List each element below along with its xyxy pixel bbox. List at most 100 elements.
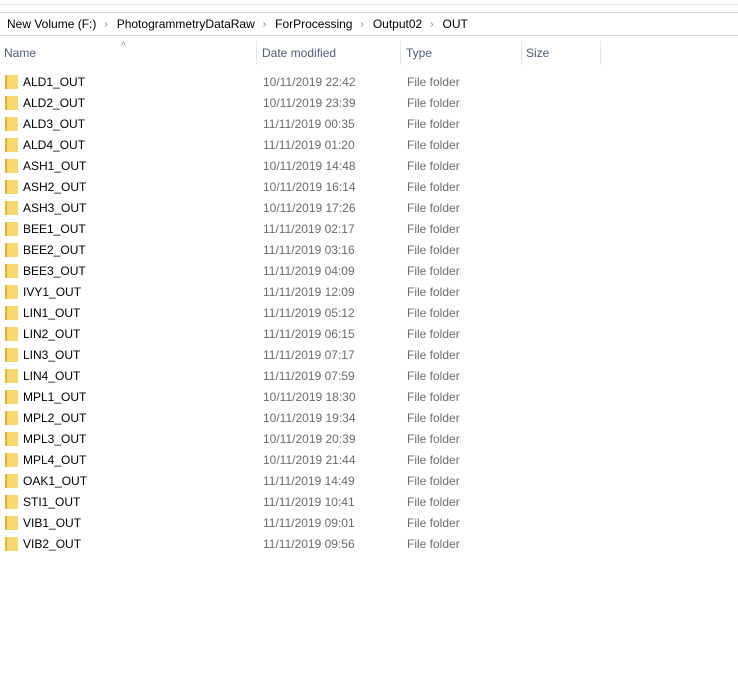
file-type: File folder: [407, 264, 460, 278]
folder-icon: [5, 306, 18, 320]
file-row[interactable]: BEE1_OUT 11/11/2019 02:17 File folder: [0, 219, 738, 240]
file-type: File folder: [407, 432, 460, 446]
file-row[interactable]: BEE3_OUT 11/11/2019 04:09 File folder: [0, 261, 738, 282]
file-type: File folder: [407, 453, 460, 467]
file-name: MPL3_OUT: [23, 432, 87, 446]
file-name: STI1_OUT: [23, 495, 81, 509]
folder-icon: [5, 159, 18, 173]
file-row[interactable]: ALD4_OUT 11/11/2019 01:20 File folder: [0, 135, 738, 156]
date-modified: 10/11/2019 20:39: [263, 432, 356, 446]
file-row[interactable]: ALD1_OUT 10/11/2019 22:42 File folder: [0, 72, 738, 93]
date-modified: 11/11/2019 04:09: [263, 264, 355, 278]
date-modified: 11/11/2019 01:20: [263, 138, 355, 152]
breadcrumb-item[interactable]: OUT: [436, 17, 468, 31]
date-modified: 11/11/2019 06:15: [263, 327, 355, 341]
date-modified: 11/11/2019 07:17: [263, 348, 355, 362]
file-name: VIB2_OUT: [23, 537, 82, 551]
file-row[interactable]: LIN4_OUT 11/11/2019 07:59 File folder: [0, 366, 738, 387]
file-row[interactable]: LIN2_OUT 11/11/2019 06:15 File folder: [0, 324, 738, 345]
file-type: File folder: [407, 411, 460, 425]
file-name: MPL4_OUT: [23, 453, 87, 467]
file-row[interactable]: ASH3_OUT 10/11/2019 17:26 File folder: [0, 198, 738, 219]
file-name: BEE3_OUT: [23, 264, 86, 278]
date-modified: 11/11/2019 14:49: [263, 474, 355, 488]
folder-icon: [5, 411, 18, 425]
file-row[interactable]: OAK1_OUT 11/11/2019 14:49 File folder: [0, 471, 738, 492]
chevron-right-icon[interactable]: ›: [422, 19, 435, 30]
breadcrumb-item[interactable]: PhotogrammetryDataRaw: [110, 17, 255, 31]
file-type: File folder: [407, 222, 460, 236]
breadcrumb-item[interactable]: ForProcessing: [268, 17, 352, 31]
date-modified: 11/11/2019 03:16: [263, 243, 355, 257]
column-type-label: Type: [406, 46, 433, 60]
file-row[interactable]: VIB2_OUT 11/11/2019 09:56 File folder: [0, 534, 738, 555]
file-row[interactable]: BEE2_OUT 11/11/2019 03:16 File folder: [0, 240, 738, 261]
date-modified: 10/11/2019 22:42: [263, 75, 356, 89]
column-size-label: Size: [526, 46, 550, 60]
file-name: ALD2_OUT: [23, 96, 86, 110]
file-row[interactable]: MPL1_OUT 10/11/2019 18:30 File folder: [0, 387, 738, 408]
file-type: File folder: [407, 285, 460, 299]
breadcrumb-item[interactable]: New Volume (F:): [0, 17, 96, 31]
address-bar[interactable]: New Volume (F:) › PhotogrammetryDataRaw › Fo…: [0, 12, 738, 36]
file-name: ASH1_OUT: [23, 159, 87, 173]
file-type: File folder: [407, 75, 460, 89]
folder-icon: [5, 180, 18, 194]
folder-icon: [5, 264, 18, 278]
file-row[interactable]: ALD2_OUT 10/11/2019 23:39 File folder: [0, 93, 738, 114]
folder-icon: [5, 369, 18, 383]
file-name: ALD3_OUT: [23, 117, 86, 131]
column-size[interactable]: Size: [522, 41, 601, 65]
date-modified: 11/11/2019 12:09: [263, 285, 355, 299]
file-type: File folder: [407, 369, 460, 383]
date-modified: 11/11/2019 05:12: [263, 306, 355, 320]
file-row[interactable]: MPL2_OUT 10/11/2019 19:34 File folder: [0, 408, 738, 429]
date-modified: 10/11/2019 18:30: [263, 390, 356, 404]
file-type: File folder: [407, 138, 460, 152]
folder-icon: [5, 117, 18, 131]
file-list: ALD1_OUT 10/11/2019 22:42 File folder ALD2_…: [0, 72, 738, 555]
file-row[interactable]: ASH2_OUT 10/11/2019 16:14 File folder: [0, 177, 738, 198]
chevron-right-icon[interactable]: ›: [96, 19, 109, 30]
breadcrumb-item[interactable]: Output02: [366, 17, 422, 31]
folder-icon: [5, 96, 18, 110]
folder-icon: [5, 348, 18, 362]
folder-icon: [5, 432, 18, 446]
file-name: MPL2_OUT: [23, 411, 87, 425]
chevron-right-icon[interactable]: ›: [255, 19, 268, 30]
file-name: ASH3_OUT: [23, 201, 87, 215]
chevron-right-icon[interactable]: ›: [352, 19, 365, 30]
file-row[interactable]: LIN1_OUT 11/11/2019 05:12 File folder: [0, 303, 738, 324]
file-type: File folder: [407, 348, 460, 362]
folder-icon: [5, 75, 18, 89]
file-row[interactable]: VIB1_OUT 11/11/2019 09:01 File folder: [0, 513, 738, 534]
date-modified: 11/11/2019 10:41: [263, 495, 355, 509]
file-row[interactable]: LIN3_OUT 11/11/2019 07:17 File folder: [0, 345, 738, 366]
column-type[interactable]: Type: [402, 41, 522, 65]
file-name: ALD1_OUT: [23, 75, 86, 89]
date-modified: 11/11/2019 02:17: [263, 222, 355, 236]
date-modified: 11/11/2019 07:59: [263, 369, 355, 383]
folder-icon: [5, 138, 18, 152]
file-row[interactable]: ASH1_OUT 10/11/2019 14:48 File folder: [0, 156, 738, 177]
column-date-modified[interactable]: Date modified: [258, 41, 401, 65]
file-type: File folder: [407, 159, 460, 173]
file-name: ASH2_OUT: [23, 180, 87, 194]
file-row[interactable]: MPL3_OUT 10/11/2019 20:39 File folder: [0, 429, 738, 450]
file-type: File folder: [407, 516, 460, 530]
file-name: LIN4_OUT: [23, 369, 81, 383]
file-name: LIN3_OUT: [23, 348, 81, 362]
file-row[interactable]: IVY1_OUT 11/11/2019 12:09 File folder: [0, 282, 738, 303]
folder-icon: [5, 516, 18, 530]
file-name: IVY1_OUT: [23, 285, 82, 299]
file-row[interactable]: ALD3_OUT 11/11/2019 00:35 File folder: [0, 114, 738, 135]
date-modified: 10/11/2019 19:34: [263, 411, 356, 425]
file-row[interactable]: STI1_OUT 11/11/2019 10:41 File folder: [0, 492, 738, 513]
date-modified: 10/11/2019 16:14: [263, 180, 356, 194]
folder-icon: [5, 201, 18, 215]
file-row[interactable]: MPL4_OUT 10/11/2019 21:44 File folder: [0, 450, 738, 471]
file-name: MPL1_OUT: [23, 390, 87, 404]
file-type: File folder: [407, 537, 460, 551]
column-name[interactable]: Name ^: [0, 41, 257, 65]
date-modified: 11/11/2019 09:56: [263, 537, 355, 551]
